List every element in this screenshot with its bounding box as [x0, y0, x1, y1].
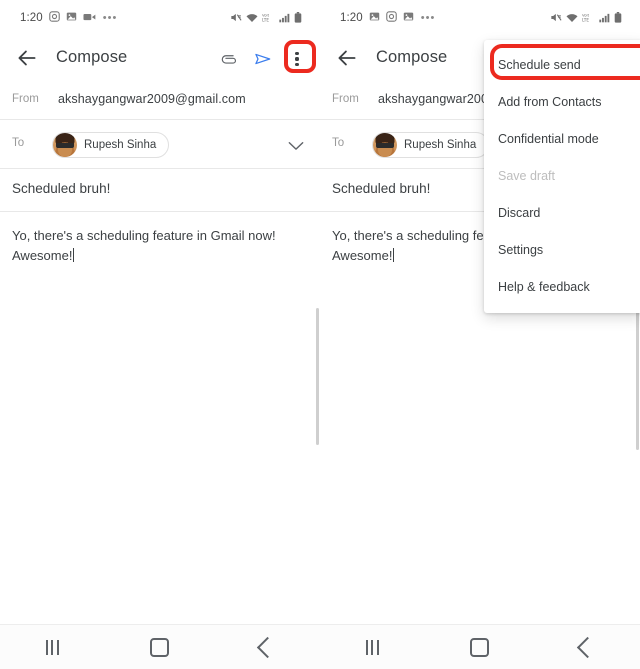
- avatar: [373, 133, 397, 157]
- status-bar: 1:20 ••• Volt LTE: [320, 0, 640, 36]
- phone-screenshot-left: 1:20 ••• Volt LTE Compose From akshaygan…: [0, 0, 320, 669]
- status-bar-left: 1:20 •••: [340, 10, 435, 26]
- battery-icon: [614, 11, 622, 27]
- subject-input[interactable]: Scheduled bruh!: [332, 181, 430, 196]
- status-time: 1:20: [20, 12, 43, 24]
- body-input[interactable]: Yo, there's a scheduling fea Awesome!: [332, 228, 491, 263]
- page-title: Compose: [56, 48, 128, 66]
- phone-screenshot-right: 1:20 ••• Volt LTE Compose From akshaygan…: [320, 0, 640, 669]
- camera-icon: [386, 10, 397, 26]
- screenshot-stage: 1:20 ••• Volt LTE Compose From akshaygan…: [0, 0, 640, 669]
- volte-icon: Volt LTE: [262, 11, 275, 27]
- signal-icon: [279, 11, 290, 27]
- photo-icon: [66, 10, 77, 26]
- volte-icon: Volt LTE: [582, 11, 595, 27]
- to-row[interactable]: To Rupesh Sinha: [0, 120, 320, 169]
- status-time: 1:20: [340, 12, 363, 24]
- wifi-icon: [566, 11, 578, 27]
- status-bar-left: 1:20 •••: [20, 10, 117, 26]
- back-icon[interactable]: [576, 636, 598, 658]
- body-input[interactable]: Yo, there's a scheduling feature in Gmai…: [12, 228, 276, 263]
- to-label: To: [332, 137, 345, 149]
- camera-icon: [49, 10, 60, 26]
- video-camera-icon: [83, 10, 96, 26]
- home-icon[interactable]: [469, 637, 489, 657]
- status-bar-right: Volt LTE: [230, 11, 302, 27]
- battery-icon: [294, 11, 302, 27]
- subject-row[interactable]: Scheduled bruh!: [0, 169, 320, 212]
- recipient-name: Rupesh Sinha: [404, 139, 477, 151]
- menu-item-help-feedback[interactable]: Help & feedback: [484, 268, 640, 305]
- page-title: Compose: [376, 48, 448, 66]
- recipient-name: Rupesh Sinha: [84, 139, 157, 151]
- menu-item-confidential-mode[interactable]: Confidential mode: [484, 120, 640, 157]
- from-label: From: [12, 93, 39, 105]
- status-bar-right: Volt LTE: [550, 11, 622, 27]
- mute-icon: [550, 11, 562, 27]
- recents-icon[interactable]: [45, 639, 59, 655]
- overflow-menu: Schedule send Add from Contacts Confiden…: [484, 40, 640, 313]
- panel-divider-middle: [316, 308, 319, 445]
- status-bar: 1:20 ••• Volt LTE: [0, 0, 320, 36]
- text-caret: [393, 248, 395, 263]
- from-label: From: [332, 93, 359, 105]
- text-caret: [73, 248, 75, 263]
- image-icon: [403, 10, 414, 26]
- menu-item-add-from-contacts[interactable]: Add from Contacts: [484, 83, 640, 120]
- app-bar-actions: [214, 45, 312, 73]
- back-arrow-icon[interactable]: [334, 45, 360, 71]
- to-label: To: [12, 137, 25, 149]
- back-icon[interactable]: [256, 636, 278, 658]
- status-overflow-dots: •••: [420, 12, 436, 24]
- menu-item-discard[interactable]: Discard: [484, 194, 640, 231]
- avatar: [53, 133, 77, 157]
- recipient-chip[interactable]: Rupesh Sinha: [52, 132, 170, 158]
- status-overflow-dots: •••: [102, 12, 118, 24]
- more-vert-icon[interactable]: [282, 45, 312, 73]
- send-icon[interactable]: [248, 45, 278, 73]
- panel-divider-right: [636, 300, 639, 450]
- system-navigation-bar: [0, 624, 320, 669]
- back-arrow-icon[interactable]: [14, 45, 40, 71]
- svg-text:LTE: LTE: [582, 17, 589, 22]
- recipient-chip[interactable]: Rupesh Sinha: [372, 132, 490, 158]
- from-row[interactable]: From akshaygangwar2009@gmail.com: [0, 82, 320, 120]
- app-bar: Compose: [0, 36, 320, 82]
- paperclip-icon[interactable]: [214, 45, 244, 73]
- signal-icon: [599, 11, 610, 27]
- photo-icon: [369, 10, 380, 26]
- from-value: akshaygangwar2009@gmail.com: [58, 92, 246, 106]
- chevron-down-icon[interactable]: [288, 138, 304, 156]
- body-area[interactable]: Yo, there's a scheduling feature in Gmai…: [0, 212, 320, 266]
- mute-icon: [230, 11, 242, 27]
- menu-item-schedule-send[interactable]: Schedule send: [484, 46, 640, 83]
- menu-item-settings[interactable]: Settings: [484, 231, 640, 268]
- system-navigation-bar: [320, 624, 640, 669]
- subject-input[interactable]: Scheduled bruh!: [12, 181, 110, 196]
- svg-text:LTE: LTE: [262, 17, 269, 22]
- menu-item-save-draft: Save draft: [498, 168, 555, 183]
- recents-icon[interactable]: [365, 639, 379, 655]
- home-icon[interactable]: [149, 637, 169, 657]
- wifi-icon: [246, 11, 258, 27]
